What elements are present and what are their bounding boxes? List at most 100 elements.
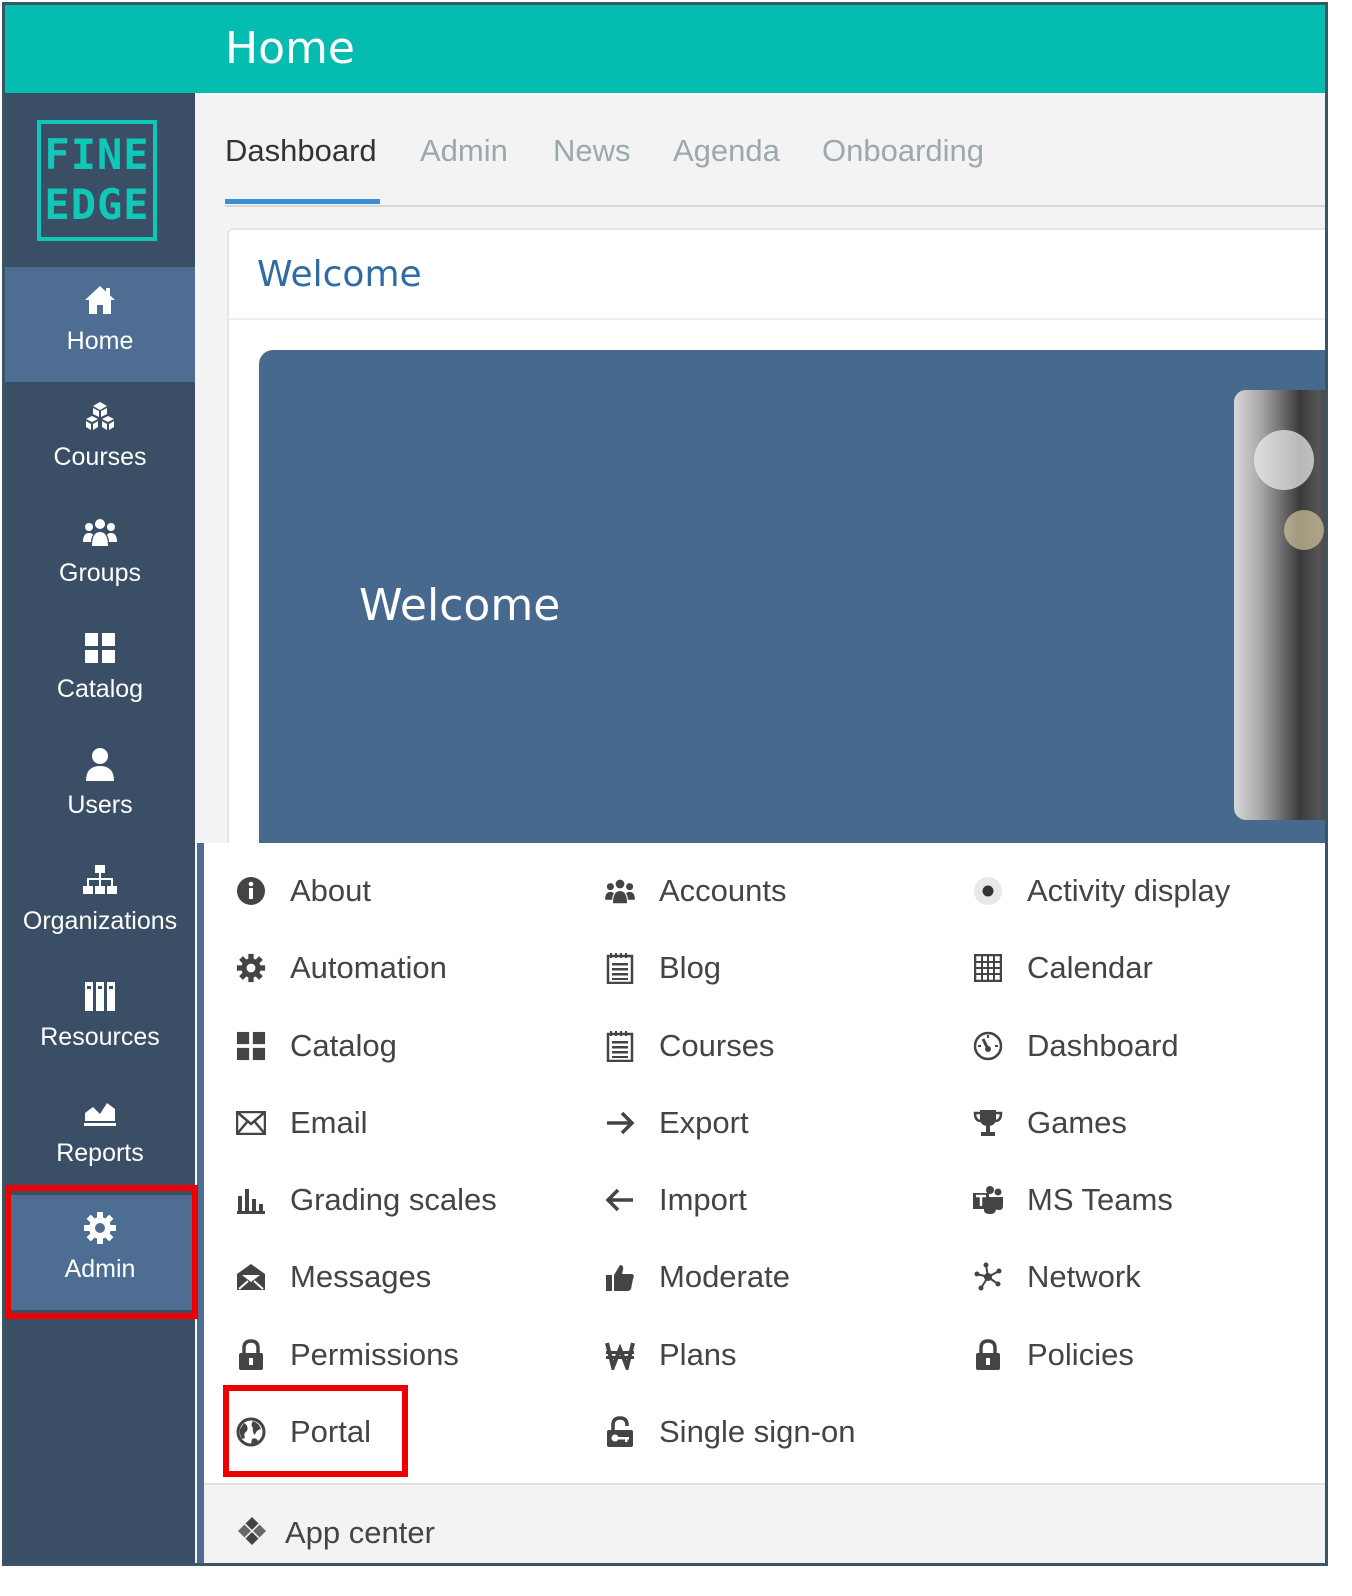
tab-agenda[interactable]: Agenda — [673, 133, 780, 169]
menu-item-label: Export — [659, 1105, 749, 1140]
admin-menu-item-automation[interactable]: Automation — [234, 946, 447, 990]
tab-news[interactable]: News — [553, 133, 631, 169]
menu-item-label: Policies — [1027, 1337, 1134, 1372]
admin-menu-item-plans[interactable]: Plans — [603, 1333, 737, 1377]
menu-item-label: Single sign-on — [659, 1414, 856, 1449]
menu-item-label: Import — [659, 1182, 747, 1217]
admin-menu-item-grading-scales[interactable]: Grading scales — [234, 1178, 497, 1222]
admin-menu-item-dashboard[interactable]: Dashboard — [971, 1024, 1179, 1068]
sidebar-item-resources[interactable]: Resources — [5, 963, 195, 1078]
arrow-left-icon — [603, 1183, 637, 1217]
notepad-icon — [603, 1029, 637, 1063]
admin-menu-item-moderate[interactable]: Moderate — [603, 1255, 790, 1299]
tab-bar: Dashboard Admin News Agenda Onboarding — [225, 133, 1325, 207]
app-center-icon — [237, 1516, 267, 1551]
active-tab-indicator — [225, 199, 380, 204]
sidebar-item-catalog[interactable]: Catalog — [5, 615, 195, 730]
radio-dot-icon — [971, 874, 1005, 908]
ms-teams-icon — [971, 1183, 1005, 1217]
admin-menu-item-about[interactable]: About — [234, 869, 371, 913]
welcome-card: Welcome Welcome — [227, 228, 1325, 870]
sidebar-item-home[interactable]: Home — [5, 267, 195, 382]
sidebar-item-label: Catalog — [56, 675, 144, 703]
notepad-icon — [603, 951, 637, 985]
sidebar-item-label: Organizations — [22, 907, 178, 935]
banner-text: Welcome — [359, 580, 561, 631]
top-bar: Home — [5, 5, 1325, 93]
lock-icon — [234, 1338, 268, 1372]
cog-icon — [234, 951, 268, 985]
admin-menu-item-activity-display[interactable]: Activity display — [971, 869, 1230, 913]
app-center-link[interactable]: App center — [237, 1515, 435, 1551]
sidebar: FINE EDGE Home Courses Groups Catalog Us… — [5, 93, 195, 1563]
tab-dashboard[interactable]: Dashboard — [225, 133, 377, 169]
trophy-icon — [971, 1106, 1005, 1140]
user-icon — [5, 746, 195, 782]
menu-item-label: Email — [290, 1105, 368, 1140]
sidebar-item-users[interactable]: Users — [5, 731, 195, 846]
app-window: Home FINE EDGE Home Courses Groups Catal… — [2, 2, 1328, 1566]
admin-menu-item-catalog[interactable]: Catalog — [234, 1024, 397, 1068]
admin-menu-item-email[interactable]: Email — [234, 1101, 368, 1145]
admin-highlight-box — [5, 1185, 198, 1319]
menu-item-label: Plans — [659, 1337, 737, 1372]
admin-menu-item-games[interactable]: Games — [971, 1101, 1127, 1145]
home-icon — [5, 282, 195, 318]
envelope-icon — [234, 1106, 268, 1140]
admin-menu-item-permissions[interactable]: Permissions — [234, 1333, 459, 1377]
admin-menu-item-calendar[interactable]: Calendar — [971, 946, 1153, 990]
admin-menu-item-single-sign-on[interactable]: Single sign-on — [603, 1410, 855, 1454]
network-icon — [971, 1260, 1005, 1294]
sitemap-icon — [5, 862, 195, 898]
admin-menu-item-courses[interactable]: Courses — [603, 1024, 774, 1068]
grid-icon — [5, 630, 195, 666]
sidebar-item-courses[interactable]: Courses — [5, 383, 195, 498]
books-icon — [5, 978, 195, 1014]
admin-menu-item-import[interactable]: Import — [603, 1178, 747, 1222]
fine-edge-logo[interactable]: FINE EDGE — [37, 120, 157, 241]
menu-item-label: Accounts — [659, 873, 787, 908]
menu-item-label: Dashboard — [1027, 1028, 1179, 1063]
menu-item-label: Courses — [659, 1028, 775, 1063]
sidebar-item-label: Resources — [40, 1023, 160, 1051]
tab-admin[interactable]: Admin — [420, 133, 508, 169]
group-icon — [5, 514, 195, 550]
admin-menu-item-export[interactable]: Export — [603, 1101, 749, 1145]
sidebar-item-reports[interactable]: Reports — [5, 1079, 195, 1194]
menu-item-label: Catalog — [290, 1028, 397, 1063]
sidebar-item-label: Reports — [56, 1139, 144, 1167]
won-icon — [603, 1338, 637, 1372]
info-icon — [234, 874, 268, 908]
grid-icon — [234, 1029, 268, 1063]
thumbs-up-icon — [603, 1260, 637, 1294]
portal-highlight-box — [223, 1385, 408, 1477]
cubes-icon — [5, 398, 195, 434]
gauge-icon — [971, 1029, 1005, 1063]
admin-menu-item-network[interactable]: Network — [971, 1255, 1141, 1299]
sidebar-item-groups[interactable]: Groups — [5, 499, 195, 614]
logo-line-2: EDGE — [44, 180, 150, 229]
admin-menu-item-messages[interactable]: Messages — [234, 1255, 431, 1299]
menu-item-label: Permissions — [290, 1337, 459, 1372]
menu-item-label: Games — [1027, 1105, 1127, 1140]
envelope-open-icon — [234, 1260, 268, 1294]
app-center-label: App center — [285, 1515, 435, 1550]
admin-menu-item-ms-teams[interactable]: MS Teams — [971, 1178, 1173, 1222]
menu-item-label: Moderate — [659, 1259, 790, 1294]
admin-menu-item-accounts[interactable]: Accounts — [603, 869, 787, 913]
group-icon — [603, 874, 637, 908]
calendar-grid-icon — [971, 951, 1005, 985]
card-title: Welcome — [257, 254, 422, 295]
card-divider — [229, 318, 1325, 320]
menu-item-label: Grading scales — [290, 1182, 497, 1217]
tab-onboarding[interactable]: Onboarding — [822, 133, 984, 169]
sidebar-item-label: Home — [66, 327, 134, 355]
admin-menu-item-blog[interactable]: Blog — [603, 946, 721, 990]
panel-footer: App center — [204, 1483, 1325, 1563]
banner-image — [1234, 390, 1325, 820]
page-title: Home — [225, 23, 355, 74]
admin-menu-item-policies[interactable]: Policies — [971, 1333, 1134, 1377]
welcome-banner[interactable]: Welcome — [259, 350, 1325, 870]
sidebar-item-organizations[interactable]: Organizations — [5, 847, 195, 962]
area-chart-icon — [5, 1094, 195, 1130]
